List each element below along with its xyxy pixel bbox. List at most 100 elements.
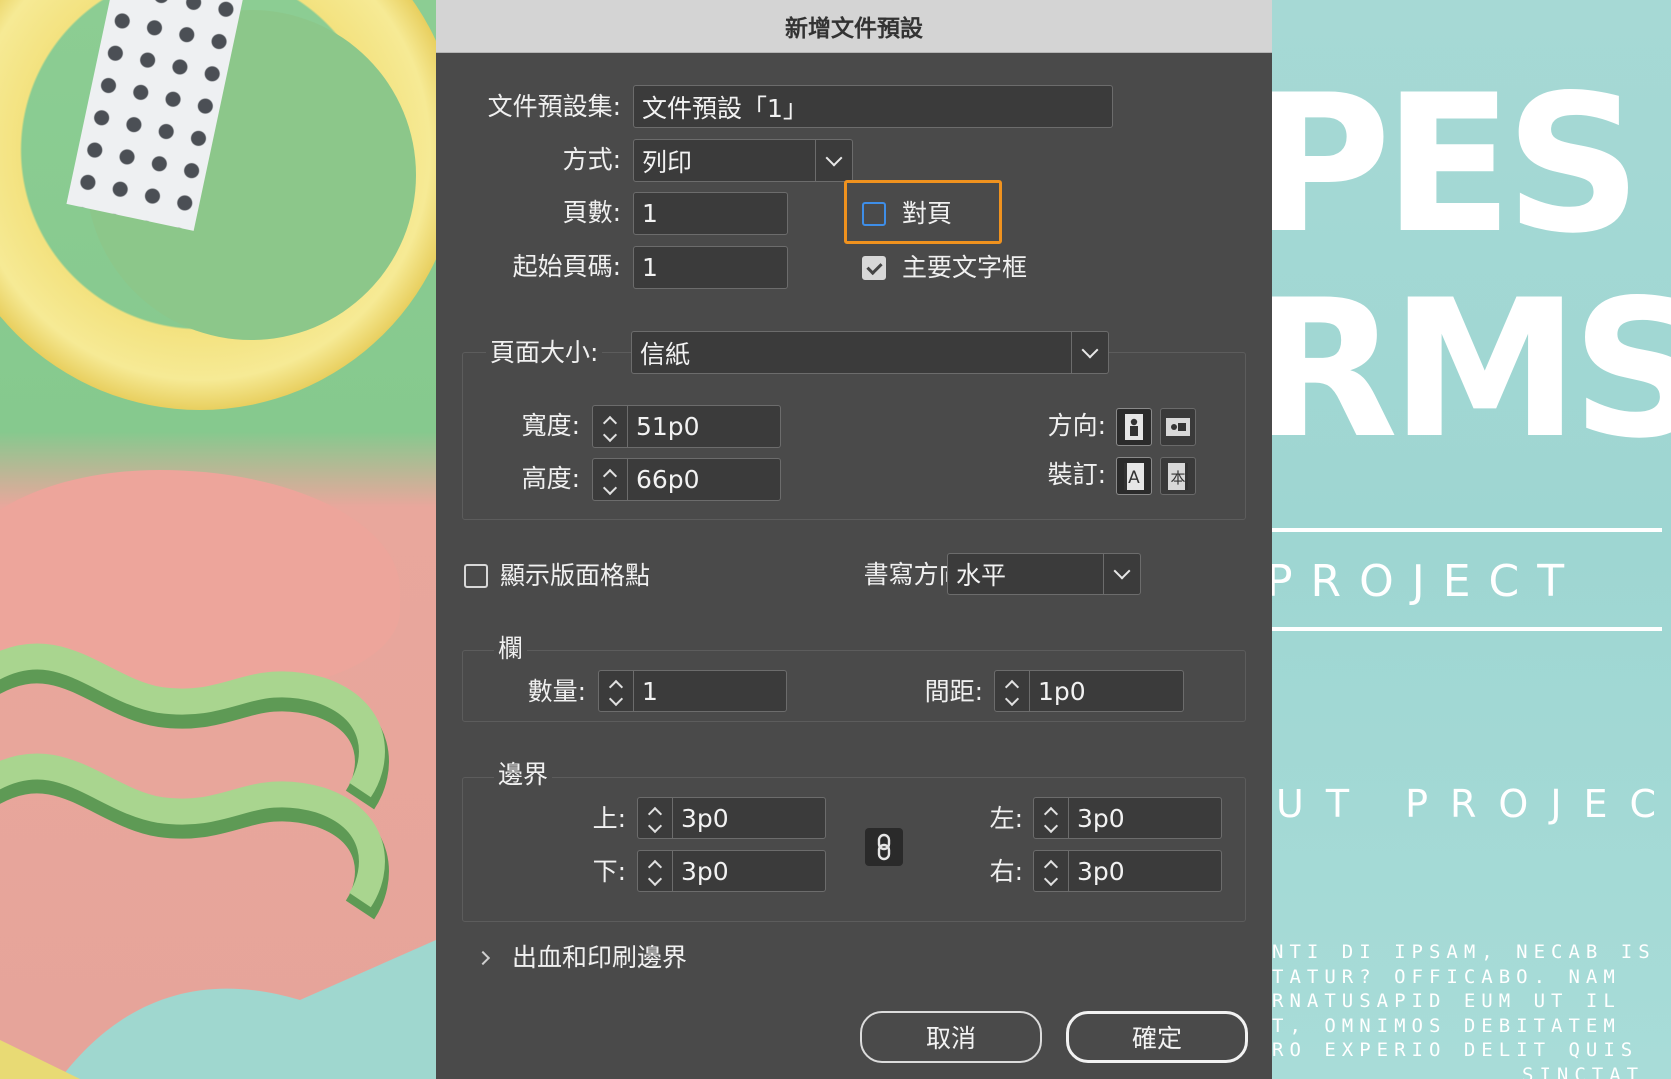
start-page-label: 起始頁碼: [512,252,621,281]
portrait-icon [1125,414,1143,440]
height-input[interactable]: 66p0 [627,458,781,501]
writing-direction-label: 書寫方向: [863,560,972,589]
intent-select[interactable]: 列印 [633,139,853,182]
margin-top-stepper[interactable] [637,797,673,839]
chevron-right-icon[interactable] [475,950,491,966]
poster-rule-bottom [1272,627,1662,631]
ltr-binding-icon: A [1124,463,1144,490]
svg-text:本: 本 [1170,469,1185,487]
landscape-icon [1166,418,1190,436]
page-size-value: 信紙 [640,339,691,369]
page-size-select[interactable]: 信紙 [631,331,1109,374]
page-size-label: 頁面大小: [486,338,603,368]
columns-number-stepper[interactable] [598,670,634,712]
cancel-button[interactable]: 取消 [860,1011,1042,1063]
chain-link-icon [877,833,891,861]
margin-left-stepper[interactable] [1033,797,1069,839]
margin-bottom-input[interactable]: 3p0 [672,850,826,892]
bleed-slug-disclosure[interactable]: 出血和印刷邊界 [475,943,688,973]
chevron-down-icon [825,149,843,166]
bleed-slug-label: 出血和印刷邊界 [512,943,688,972]
height-value: 66p0 [636,465,700,494]
columns-gutter-stepper[interactable] [994,670,1030,712]
columns-section-title: 欄 [494,634,528,664]
margin-top-input[interactable]: 3p0 [672,797,826,839]
margin-left-input[interactable]: 3p0 [1068,797,1222,839]
margin-left-label: 左: [989,804,1023,833]
primary-text-frame-checkbox[interactable]: 主要文字框 [862,253,1027,283]
writing-direction-value: 水平 [956,561,1007,590]
margin-bottom-label: 下: [592,857,626,886]
left-to-right-binding-button[interactable]: A [1116,457,1152,495]
preset-name-input[interactable]: 文件預設「1」 [633,85,1113,128]
poster-subtitle-2: UT PROJECT [1276,782,1671,826]
page-size-dropdown-button[interactable] [1071,332,1108,373]
green-wave-shape [0,643,436,1079]
margin-right-label: 右: [989,857,1023,886]
chevron-down-icon[interactable] [602,427,618,442]
binding-label: 裝訂: [1047,460,1106,489]
orientation-label: 方向: [1047,411,1106,440]
show-grid-checkbox[interactable]: 顯示版面格點 [464,561,650,591]
portrait-orientation-button[interactable] [1116,408,1152,446]
landscape-orientation-button[interactable] [1160,408,1196,446]
facing-pages-label: 對頁 [902,199,953,228]
start-page-input[interactable]: 1 [633,246,788,289]
margins-section-title: 邊界 [494,760,553,790]
dialog-titlebar: 新增文件預設 [436,0,1272,53]
chevron-down-icon[interactable] [602,480,618,495]
intent-dropdown-button[interactable] [815,140,852,181]
margin-bottom-value: 3p0 [681,856,729,886]
margin-bottom-stepper[interactable] [637,850,673,892]
width-stepper[interactable] [592,405,628,448]
primary-text-frame-label: 主要文字框 [902,253,1028,282]
margin-right-input[interactable]: 3p0 [1068,850,1222,892]
dialog-title: 新增文件預設 [785,16,923,42]
chevron-down-icon[interactable] [1004,691,1020,707]
facing-pages-checkbox-box[interactable] [862,202,886,226]
columns-gutter-value: 1p0 [1038,676,1086,706]
background-artwork-left [0,0,436,1079]
margin-left-value: 3p0 [1077,803,1125,833]
columns-gutter-input[interactable]: 1p0 [1029,670,1184,712]
margin-right-stepper[interactable] [1033,850,1069,892]
chevron-down-icon [1113,562,1131,580]
columns-number-input[interactable]: 1 [633,670,787,712]
poster-subtitle-1: PROJECT [1272,556,1583,607]
chevron-down-icon[interactable] [1043,818,1059,834]
new-document-preset-dialog: 新增文件預設 文件預設集: 文件預設「1」 方式: 列印 頁數: 1 對頁 起始… [436,0,1272,1079]
primary-text-frame-checkbox-box[interactable] [862,256,886,280]
pages-label: 頁數: [562,198,621,227]
poster-body-text: NTI DI IPSAM, NECAB IS TATUR? OFFICABO. … [1272,941,1656,1079]
chevron-down-icon[interactable] [1043,871,1059,887]
margin-top-value: 3p0 [681,803,729,833]
margin-right-value: 3p0 [1077,856,1125,886]
svg-text:A: A [1128,468,1140,488]
pages-value: 1 [642,199,658,228]
chevron-down-icon[interactable] [647,871,663,887]
height-stepper[interactable] [592,458,628,501]
width-input[interactable]: 51p0 [627,405,781,448]
poster-word-1: PES [1272,54,1642,275]
writing-direction-select[interactable]: 水平 [947,553,1141,595]
writing-direction-dropdown-button[interactable] [1103,554,1140,594]
right-to-left-binding-button[interactable]: 本 [1160,457,1196,495]
chevron-down-icon [1081,341,1099,358]
columns-number-value: 1 [642,676,658,706]
preset-name-value: 文件預設「1」 [642,93,808,123]
pages-input[interactable]: 1 [633,192,788,235]
intent-value: 列印 [642,147,693,177]
show-grid-label: 顯示版面格點 [500,561,651,590]
intent-label: 方式: [562,145,621,174]
chevron-down-icon[interactable] [608,691,624,707]
margin-top-label: 上: [592,804,626,833]
background-artwork-right: PES RMS PROJECT UT PROJECT NTI DI IPSAM,… [1272,0,1671,1079]
rtl-binding-icon: 本 [1168,463,1188,490]
show-grid-checkbox-box[interactable] [464,564,488,588]
chevron-down-icon[interactable] [647,818,663,834]
link-margins-button[interactable] [865,828,903,866]
start-page-value: 1 [642,253,658,282]
ok-button[interactable]: 確定 [1066,1011,1248,1063]
facing-pages-checkbox[interactable]: 對頁 [862,199,952,229]
columns-number-label: 數量: [527,677,586,706]
